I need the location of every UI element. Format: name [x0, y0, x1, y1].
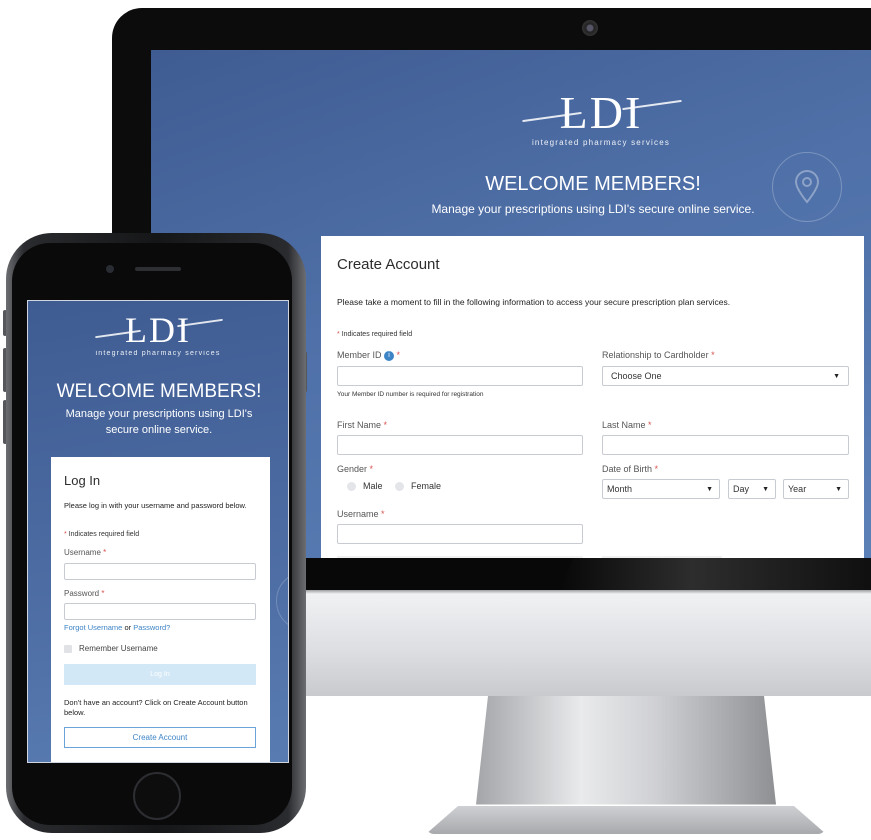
relationship-select[interactable]: Choose One ▼ [602, 366, 849, 386]
dob-day-select[interactable]: Day ▼ [728, 479, 776, 499]
info-icon[interactable]: i [384, 350, 395, 361]
dob-label-text: Date of Birth [602, 464, 653, 474]
logo-tagline: integrated pharmacy services [531, 138, 671, 147]
dob-month-select[interactable]: Month ▼ [602, 479, 720, 499]
chevron-down-icon: ▼ [706, 485, 713, 493]
relationship-select-value: Choose One [611, 371, 662, 381]
dob-month-value: Month [607, 484, 633, 494]
username-label-text: Username [337, 509, 379, 519]
logo-tagline: integrated pharmacy services [95, 350, 221, 357]
required-note: * Indicates required field [337, 331, 412, 338]
imac-stand [476, 696, 776, 805]
forgot-or-text: or [124, 623, 132, 632]
chevron-down-icon: ▼ [833, 372, 840, 380]
mobile-welcome-subtitle-1: Manage your prescriptions using LDI's [65, 408, 253, 420]
radio-icon [395, 481, 404, 491]
last-name-label-text: Last Name [602, 420, 646, 430]
login-password-input[interactable] [64, 603, 256, 620]
chevron-down-icon: ▼ [835, 485, 842, 493]
login-password-label-text: Password [64, 589, 100, 598]
mobile-welcome-subtitle-2: secure online service. [105, 424, 213, 436]
no-account-text: Don't have an account? Click on Create A… [64, 698, 248, 717]
gender-radio-female[interactable]: Female [395, 481, 441, 491]
username-input[interactable] [337, 524, 583, 544]
member-id-help: Your Member ID number is required for re… [337, 391, 484, 398]
login-required-note: * Indicates required field [64, 531, 140, 538]
dob-year-select[interactable]: Year ▼ [783, 479, 849, 499]
member-id-label: Member ID i * [337, 350, 401, 361]
relationship-label: Relationship to Cardholder * [602, 350, 715, 360]
phone-speaker [135, 267, 181, 271]
mobile-logo: LDI integrated pharmacy services [88, 311, 228, 357]
forgot-links: Forgot Username or Password? [64, 623, 170, 632]
create-account-heading: Create Account [337, 256, 440, 273]
login-intro: Please log in with your username and pas… [64, 501, 247, 510]
member-id-input[interactable] [337, 366, 583, 386]
mobile-welcome-title: WELCOME MEMBERS! [56, 381, 262, 402]
forgot-password-link[interactable]: Password? [133, 623, 170, 632]
dob-label: Date of Birth * [602, 464, 659, 474]
create-account-button[interactable]: Create Account [64, 727, 256, 748]
login-card: Log In Please log in with your username … [51, 457, 270, 762]
last-name-label: Last Name * [602, 420, 652, 430]
desktop-logo: LDI integrated pharmacy services [501, 90, 701, 147]
login-username-input[interactable] [64, 563, 256, 580]
login-button[interactable]: Log In [64, 664, 256, 685]
gender-female-label: Female [411, 481, 442, 491]
camera-icon [582, 20, 598, 36]
checkbox-icon [64, 644, 72, 653]
phone-pin-icon [276, 571, 288, 631]
login-username-label-text: Username [64, 548, 101, 557]
login-password-label: Password * [64, 589, 105, 598]
first-name-input[interactable] [337, 435, 583, 455]
gender-radio-male[interactable]: Male [347, 481, 383, 491]
first-name-label: First Name * [337, 420, 388, 430]
last-name-input[interactable] [602, 435, 849, 455]
mobile-screen: LDI integrated pharmacy services WELCOME… [27, 300, 289, 763]
welcome-subtitle: Manage your prescriptions using LDI's se… [431, 202, 755, 216]
home-button-icon [133, 772, 181, 820]
create-account-intro: Please take a moment to fill in the foll… [337, 297, 731, 307]
dob-year-value: Year [788, 484, 807, 494]
required-asterisk: * [337, 331, 340, 338]
remember-username-checkbox[interactable]: Remember Username [64, 644, 158, 653]
member-id-label-text: Member ID [337, 350, 382, 360]
username-label: Username * [337, 509, 385, 519]
login-heading: Log In [64, 473, 101, 488]
phone-camera-icon [106, 265, 114, 273]
device-mockup: LDI integrated pharmacy services WELCOME… [0, 0, 871, 840]
relationship-label-text: Relationship to Cardholder [602, 350, 709, 360]
remember-username-label: Remember Username [79, 644, 158, 653]
login-required-note-text: Indicates required field [68, 531, 140, 538]
dob-day-value: Day [733, 484, 750, 494]
gender-label-text: Gender [337, 464, 368, 474]
required-note-text: Indicates required field [341, 331, 413, 338]
radio-icon [347, 481, 356, 491]
login-username-label: Username * [64, 548, 107, 557]
welcome-title: WELCOME MEMBERS! [485, 173, 701, 195]
gender-male-label: Male [363, 481, 383, 491]
forgot-username-link[interactable]: Forgot Username [64, 623, 122, 632]
first-name-label-text: First Name [337, 420, 382, 430]
imac-stand-base [426, 806, 826, 834]
create-account-card: Create Account Please take a moment to f… [321, 236, 864, 558]
imac-reflection [560, 558, 871, 590]
chevron-down-icon: ▼ [762, 485, 769, 493]
gender-label: Gender * [337, 464, 374, 474]
